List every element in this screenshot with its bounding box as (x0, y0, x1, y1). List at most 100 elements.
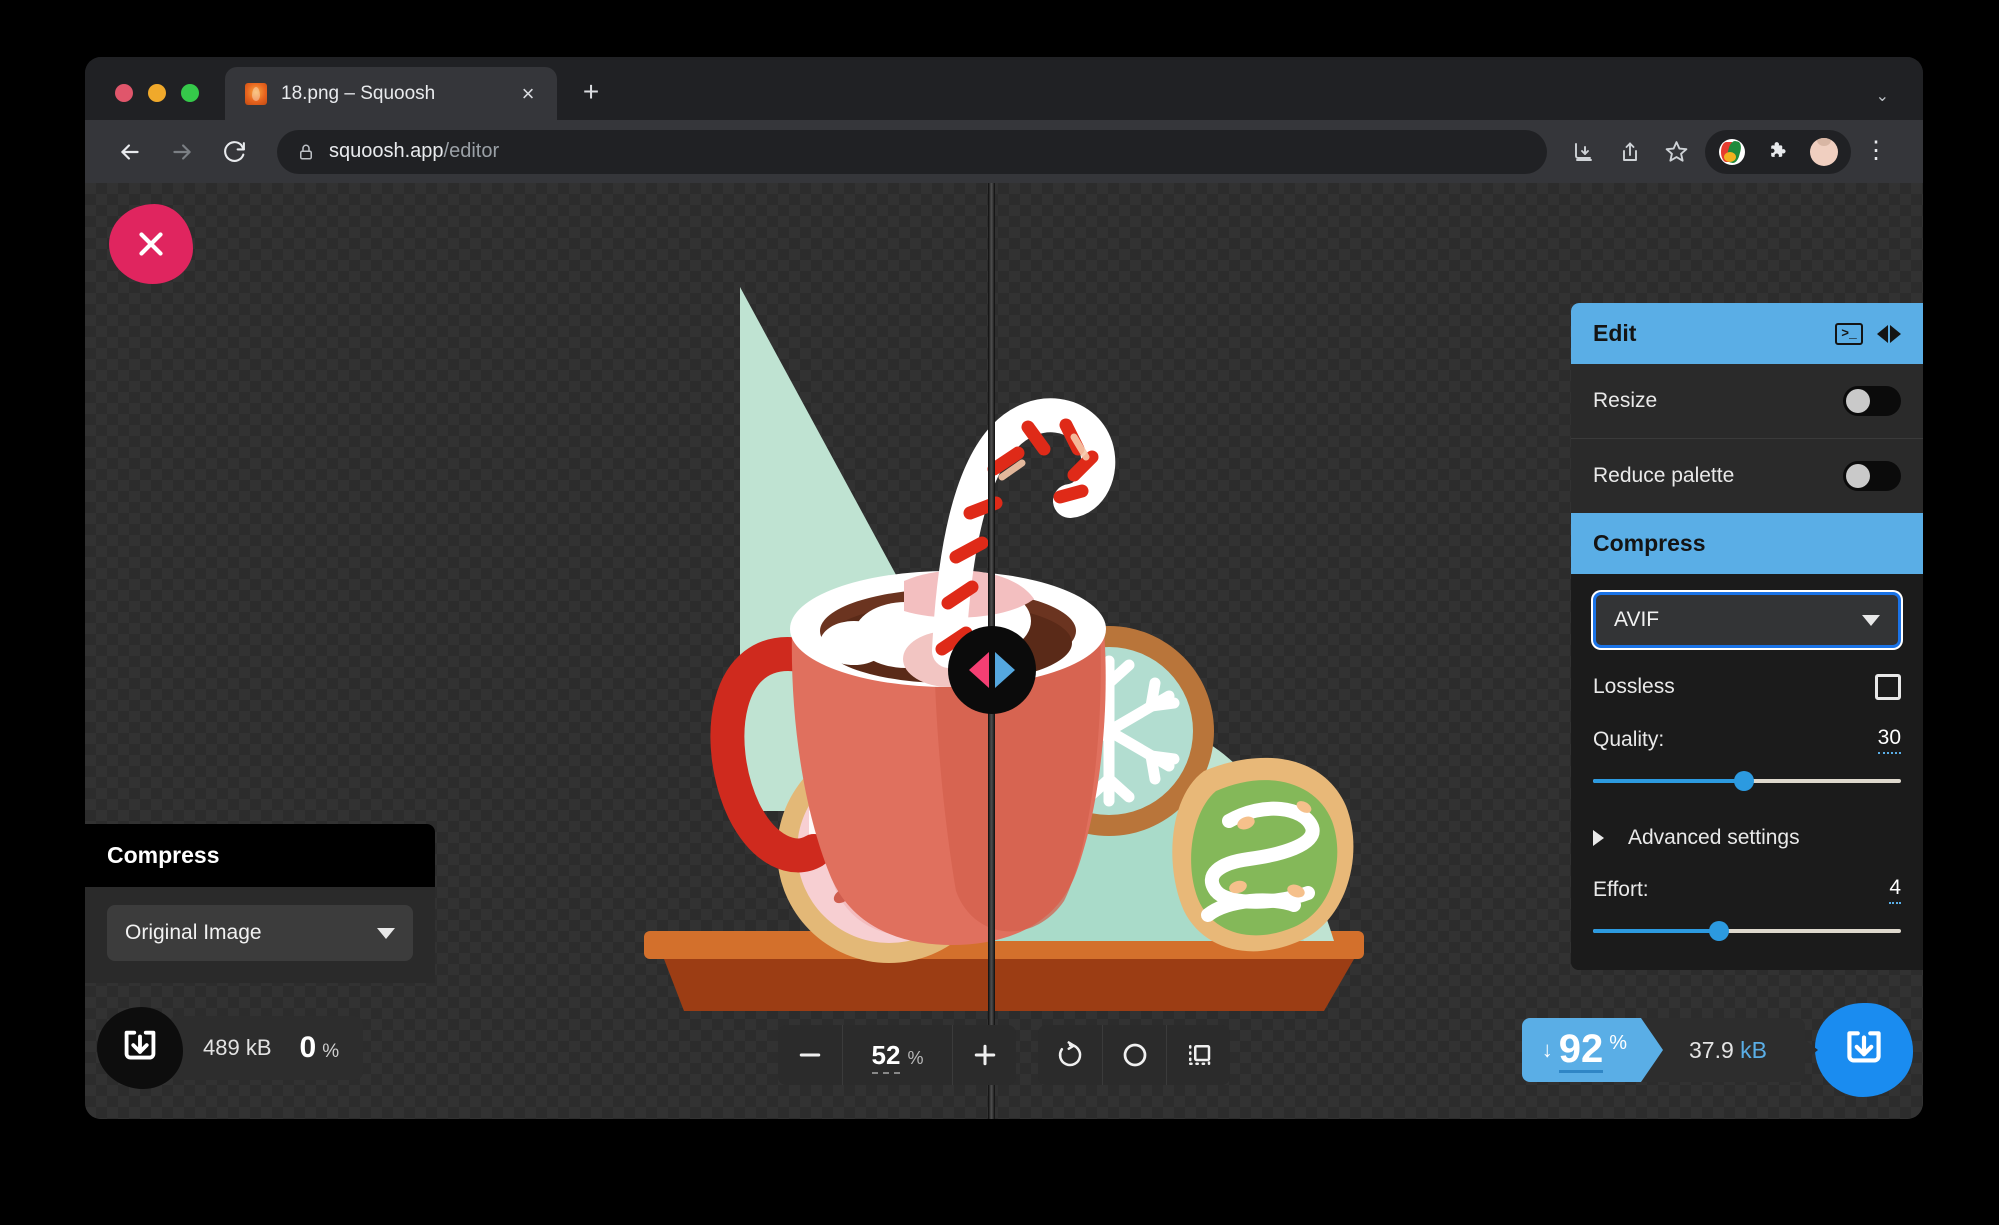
extension-avatar-icon[interactable] (1711, 131, 1753, 173)
left-settings-panel: Compress Original Image (85, 824, 435, 983)
zoom-value-field[interactable]: 52 % (842, 1025, 952, 1085)
window-controls[interactable] (85, 84, 199, 120)
circle-icon (1123, 1043, 1146, 1067)
reduction-chip: ↓ 92 % (1522, 1018, 1663, 1082)
squoosh-favicon (245, 82, 267, 105)
format-select-value: AVIF (1614, 608, 1660, 631)
percent-sign: % (907, 1048, 924, 1068)
zoom-group: 52 % (778, 1025, 1016, 1085)
advanced-settings-toggle[interactable]: Advanced settings (1593, 826, 1901, 850)
zoom-out-button[interactable] (778, 1025, 842, 1085)
quality-slider[interactable] (1593, 768, 1901, 794)
reduce-palette-label: Reduce palette (1593, 464, 1735, 487)
zoom-controls: 52 % (778, 1025, 1230, 1085)
share-icon[interactable] (1609, 131, 1651, 173)
effort-value[interactable]: 4 (1889, 876, 1901, 904)
percent-sign: % (322, 1041, 340, 1062)
close-window-button[interactable] (115, 84, 133, 102)
result-stats: ↓ 92 % 37.9 kB (1521, 1003, 1923, 1097)
effort-label: Effort: (1593, 878, 1649, 901)
original-percent: 0 (299, 1031, 317, 1064)
original-size: 489 kB (203, 1035, 272, 1060)
squoosh-editor: Edit >_ Resize Reduce palette Compress A… (85, 183, 1923, 1119)
profile-avatar-icon[interactable] (1803, 131, 1845, 173)
resize-toggle[interactable] (1843, 386, 1901, 416)
new-tab-button[interactable]: + (573, 74, 609, 110)
chevron-down-icon (377, 927, 395, 939)
toggle-background-circle-button[interactable] (1102, 1025, 1166, 1085)
result-size: 37.9 kB (1663, 1037, 1805, 1064)
format-select[interactable]: AVIF (1593, 592, 1901, 648)
maximize-window-button[interactable] (181, 84, 199, 102)
quality-label: Quality: (1593, 728, 1665, 751)
plus-icon (974, 1044, 995, 1066)
compress-panel-header[interactable]: Compress (1571, 513, 1923, 574)
download-result-button[interactable] (1815, 1003, 1913, 1097)
forward-button[interactable] (159, 129, 205, 175)
toolbar-icons: ⋮ (1563, 129, 1897, 174)
toggle-checkerboard-button[interactable] (1166, 1025, 1230, 1085)
prev-next-arrows-icon[interactable] (1877, 324, 1901, 343)
arrow-down-icon: ↓ (1541, 1037, 1553, 1062)
original-percent-group: 0 % (300, 1031, 340, 1065)
chevron-down-icon (1862, 614, 1880, 626)
minus-icon (799, 1053, 821, 1057)
resize-label: Resize (1593, 389, 1658, 412)
reload-button[interactable] (211, 129, 257, 175)
screen: 18.png – Squoosh × + ⌄ squoosh.app/edito… (0, 0, 1999, 1225)
compress-panel-title: Compress (1593, 530, 1706, 556)
original-format-value: Original Image (125, 921, 262, 944)
close-icon (139, 232, 163, 256)
result-size-unit: kB (1740, 1036, 1767, 1063)
result-size-number: 37.9 (1689, 1036, 1734, 1063)
reduce-palette-toggle[interactable] (1843, 461, 1901, 491)
right-triangle-icon (995, 652, 1015, 688)
browser-tab[interactable]: 18.png – Squoosh × (225, 67, 557, 120)
chevron-down-icon[interactable]: ⌄ (1876, 86, 1889, 106)
download-icon (1847, 1031, 1881, 1063)
puzzle-extensions-icon[interactable] (1757, 131, 1799, 173)
extension-cluster (1705, 129, 1851, 174)
tab-title: 18.png – Squoosh (281, 82, 436, 104)
left-compress-body: Original Image (85, 887, 435, 983)
browser-toolbar: squoosh.app/editor ⋮ (85, 120, 1923, 183)
comparison-slider-handle[interactable] (948, 626, 1036, 714)
left-compress-title: Compress (85, 824, 435, 887)
percent-sign: % (1609, 1032, 1627, 1054)
close-icon[interactable]: × (513, 79, 543, 109)
tab-strip: 18.png – Squoosh × + ⌄ (85, 57, 1923, 120)
lock-icon (300, 144, 312, 159)
edit-panel-title: Edit (1593, 320, 1637, 346)
original-size-bubble: 489 kB 0 % (169, 1016, 364, 1080)
url-text: squoosh.app/editor (329, 140, 499, 163)
view-tools-group (1038, 1025, 1230, 1085)
lossless-row[interactable]: Lossless (1593, 674, 1901, 700)
download-original-button[interactable] (97, 1007, 183, 1089)
effort-slider[interactable] (1593, 918, 1901, 944)
row-reduce-palette[interactable]: Reduce palette (1571, 438, 1923, 513)
effort-row: Effort: 4 (1593, 876, 1901, 904)
address-bar[interactable]: squoosh.app/editor (277, 129, 1547, 174)
minimize-window-button[interactable] (148, 84, 166, 102)
bookmark-star-icon[interactable] (1655, 131, 1697, 173)
url-host: squoosh.app (329, 140, 444, 162)
kebab-menu-icon[interactable]: ⋮ (1855, 131, 1897, 173)
edit-panel-header[interactable]: Edit >_ (1571, 303, 1923, 364)
original-format-select[interactable]: Original Image (107, 905, 413, 961)
back-button[interactable] (107, 129, 153, 175)
quality-row: Quality: 30 (1593, 726, 1901, 754)
quality-value[interactable]: 30 (1877, 726, 1901, 754)
rotate-button[interactable] (1038, 1025, 1102, 1085)
install-icon[interactable] (1563, 131, 1605, 173)
advanced-settings-label: Advanced settings (1628, 826, 1800, 849)
zoom-in-button[interactable] (952, 1025, 1016, 1085)
result-bar: ↓ 92 % 37.9 kB (1521, 1018, 1805, 1082)
terminal-icon[interactable]: >_ (1835, 322, 1863, 345)
row-resize[interactable]: Resize (1571, 364, 1923, 438)
close-image-button[interactable] (109, 204, 193, 284)
edit-panel-body: Resize Reduce palette (1571, 364, 1923, 513)
url-path: /editor (443, 140, 500, 162)
reduction-percent: 92 (1558, 1026, 1604, 1071)
lossless-checkbox[interactable] (1875, 674, 1901, 700)
download-icon (124, 1030, 156, 1060)
